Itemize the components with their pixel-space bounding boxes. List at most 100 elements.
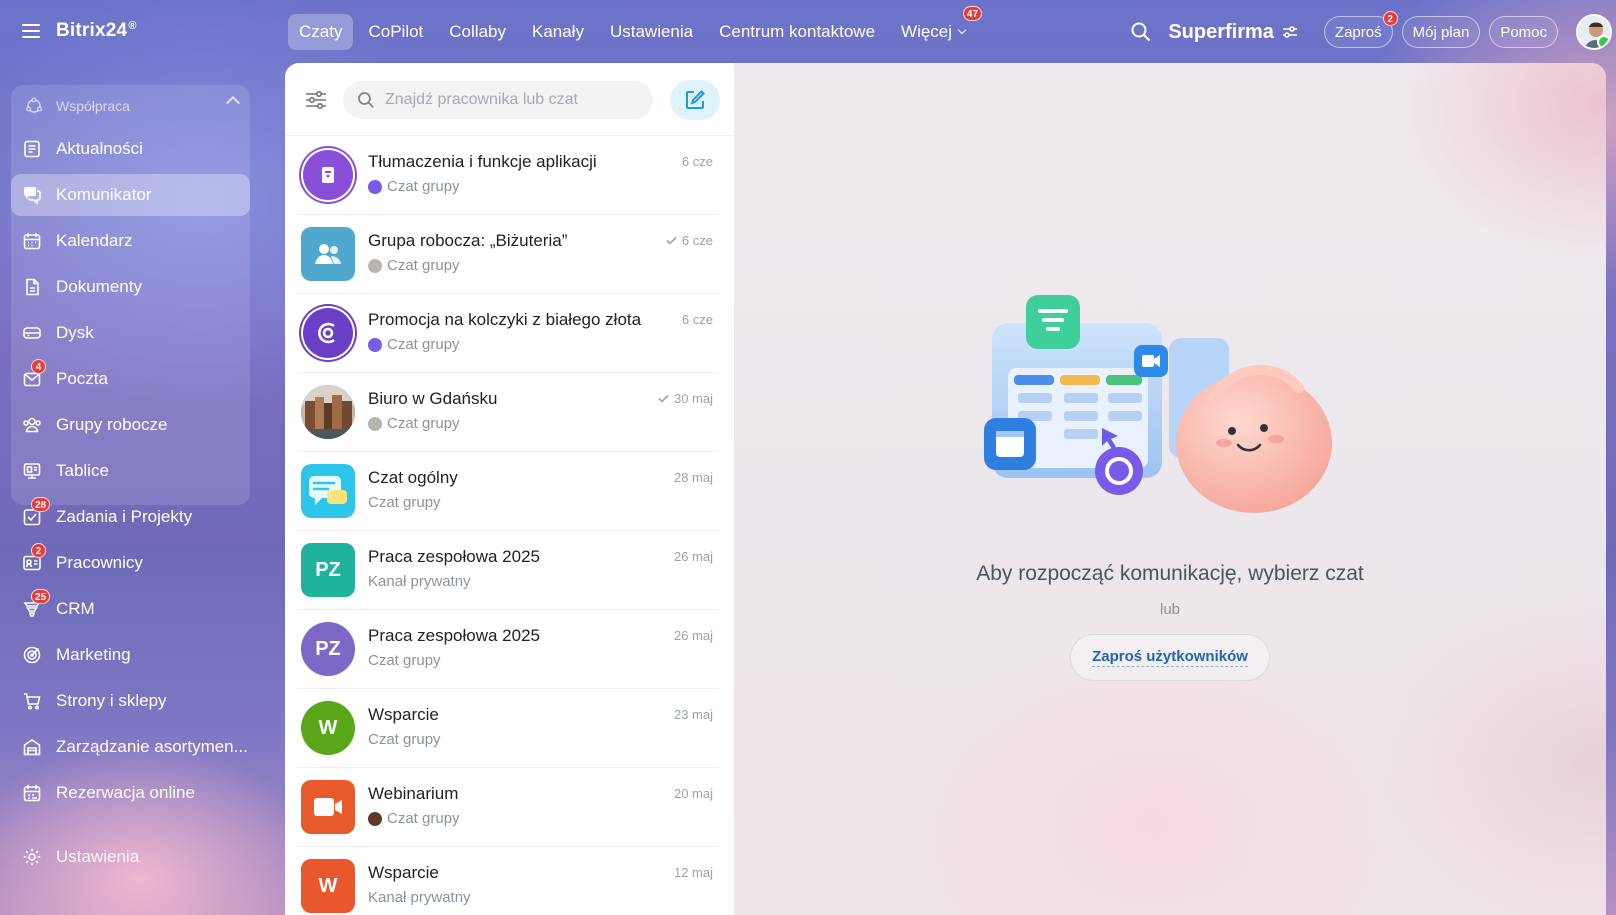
chat-initials: W (318, 716, 338, 739)
chat-list-item[interactable]: W Wsparcie Czat grupy 23 maj (285, 689, 734, 768)
invite-users-label: Zaproś użytkowników (1092, 648, 1248, 667)
messenger-icon (22, 185, 42, 205)
tab-collaby[interactable]: Collaby (438, 14, 517, 50)
chat-list-item[interactable]: W Wsparcie Kanał prywatny 12 maj (285, 847, 734, 915)
chat-subtitle: Kanał prywatny (368, 573, 471, 590)
sidebar-item-label: Zadania i Projekty (56, 507, 193, 526)
book-icon (301, 148, 355, 202)
chevron-up-icon[interactable] (225, 95, 241, 111)
mail-icon: 4 (22, 359, 46, 389)
tab-label: CoPilot (368, 22, 424, 41)
sidebar-item-dokumenty[interactable]: Dokumenty (11, 266, 250, 308)
menu-group-header[interactable]: Współpraca (11, 88, 250, 124)
my-plan-button[interactable]: Mój plan (1401, 16, 1481, 48)
chat-subtitle-text: Czat grupy (387, 178, 460, 195)
checkmark-icon (658, 391, 669, 406)
chat-list-item[interactable]: Promocja na kolczyki z białego złota Czat… (285, 294, 734, 373)
sidebar-item-rezerwacja-online[interactable]: Rezerwacja online (11, 772, 250, 814)
chat-subtitle: Czat grupy (368, 494, 441, 511)
tab-czaty[interactable]: Czaty (288, 14, 354, 50)
invite-users-button[interactable]: Zaproś użytkowników (1070, 634, 1270, 681)
my-plan-label: Mój plan (1412, 23, 1470, 41)
notification-badge: 47 (962, 6, 983, 21)
help-label: Pomoc (1500, 23, 1547, 41)
help-button[interactable]: Pomoc (1489, 16, 1558, 48)
company-name[interactable]: Superfirma (1168, 21, 1298, 44)
sidebar-item-zarządzanie-asortymen[interactable]: Zarządzanie asortymen... (11, 726, 250, 768)
chat-search-input[interactable] (385, 91, 635, 109)
sidebar-item-tablice[interactable]: Tablice (11, 450, 250, 492)
sidebar-item-label: Rezerwacja online (56, 783, 195, 802)
new-chat-button[interactable] (670, 80, 720, 120)
chat-title: Biuro w Gdańsku (368, 389, 498, 408)
calendar-icon (22, 231, 42, 251)
sidebar-item-marketing[interactable]: Marketing (11, 634, 250, 676)
checkmark-icon (666, 233, 677, 248)
invite-badge: 2 (1382, 11, 1398, 26)
chat-list-panel: Tłumaczenia i funkcje aplikacji Czat grup… (285, 63, 734, 915)
chat-title: Tłumaczenia i funkcje aplikacji (368, 152, 597, 171)
chat-subtitle: Czat grupy (368, 731, 441, 748)
tab-ustawienia[interactable]: Ustawienia (599, 14, 704, 50)
chat-date: 26 maj (674, 628, 713, 643)
sidebar-item-label: Dysk (56, 323, 94, 342)
sidebar-item-label: Aktualności (56, 139, 143, 158)
sidebar-item-zadania-i-projekty[interactable]: 28 Zadania i Projekty (11, 496, 250, 538)
chat-list-item[interactable]: Tłumaczenia i funkcje aplikacji Czat grup… (285, 136, 734, 215)
chat-search-box[interactable] (343, 81, 653, 119)
chat-list-item[interactable]: Webinarium Czat grupy 20 maj (285, 768, 734, 847)
chat-date: 20 maj (674, 786, 713, 801)
crm-icon: 25 (22, 589, 51, 619)
tab-kanały[interactable]: Kanały (521, 14, 595, 50)
empty-state-title: Aby rozpocząć komunikację, wybierz czat (976, 562, 1364, 585)
sidebar-item-aktualności[interactable]: Aktualności (11, 128, 250, 170)
chat-title: Grupa robocza: „Biżuteria” (368, 231, 568, 250)
chat-subtitle: Czat grupy (368, 652, 441, 669)
search-icon (358, 92, 374, 108)
collaboration-icon (24, 96, 44, 116)
sidebar-item-crm[interactable]: 25 CRM (11, 588, 250, 630)
top-nav-tabs: Czaty CoPilot Collaby Kanały Ustawienia Centr… (288, 6, 983, 50)
tab-więcej[interactable]: Więcej 47 (890, 6, 983, 50)
user-avatar[interactable] (1576, 14, 1612, 50)
sidebar-item-label: Zarządzanie asortymen... (56, 737, 248, 756)
chat-list-item[interactable]: Grupa robocza: „Biżuteria” Czat grupy 6 cz… (285, 215, 734, 294)
document-icon (22, 277, 42, 297)
notification-badge: 4 (31, 359, 46, 374)
sidebar-item-strony-i-sklepy[interactable]: Strony i sklepy (11, 680, 250, 722)
search-icon[interactable] (1130, 21, 1152, 43)
chat-avatar: PZ (301, 543, 355, 597)
news-icon (22, 139, 42, 159)
sidebar-item-grupy-robocze[interactable]: Grupy robocze (11, 404, 250, 446)
tab-centrum-kontaktowe[interactable]: Centrum kontaktowe (708, 14, 886, 50)
chat-date-text: 26 maj (673, 549, 713, 564)
filter-icon[interactable] (303, 87, 329, 113)
chat-date: 28 maj (674, 470, 713, 485)
sidebar-item-komunikator[interactable]: Komunikator (11, 174, 250, 216)
sidebar-item-label: CRM (56, 599, 95, 618)
chat-subtitle-text: Kanał prywatny (368, 573, 471, 590)
chat-subtitle-text: Czat grupy (387, 336, 460, 353)
brand-logo[interactable]: Bitrix24® (56, 20, 137, 42)
sidebar-item-settings[interactable]: Ustawienia (11, 836, 250, 878)
sidebar-item-kalendarz[interactable]: Kalendarz (11, 220, 250, 262)
hamburger-menu-icon[interactable] (22, 24, 40, 38)
sidebar-item-pracownicy[interactable]: 2 Pracownicy (11, 542, 250, 584)
chat-list-item[interactable]: PZ Praca zespołowa 2025 Czat grupy 26 maj (285, 610, 734, 689)
inventory-icon (22, 737, 42, 757)
sidebar-item-label: Dokumenty (56, 277, 142, 296)
chat-subtitle: Czat grupy (368, 257, 460, 274)
chat-subtitle: Czat grupy (368, 415, 460, 432)
chat-list-item[interactable]: Biuro w Gdańsku Czat grupy 30 maj (285, 373, 734, 452)
empty-state-or: lub (1159, 601, 1181, 618)
chat-list-item[interactable]: Czat ogólny Czat grupy 28 maj (285, 452, 734, 531)
sidebar-item-dysk[interactable]: Dysk (11, 312, 250, 354)
marketing-icon (22, 645, 42, 665)
mini-avatar-icon (368, 179, 382, 194)
chat-initials: W (318, 874, 338, 897)
sidebar-item-poczta[interactable]: 4 Poczta (11, 358, 250, 400)
chat-avatar: W (301, 701, 355, 755)
tab-copilot[interactable]: CoPilot (357, 14, 434, 50)
chat-list-item[interactable]: PZ Praca zespołowa 2025 Kanał prywatny 26 m… (285, 531, 734, 610)
invite-button[interactable]: Zaproś 2 (1323, 11, 1398, 48)
